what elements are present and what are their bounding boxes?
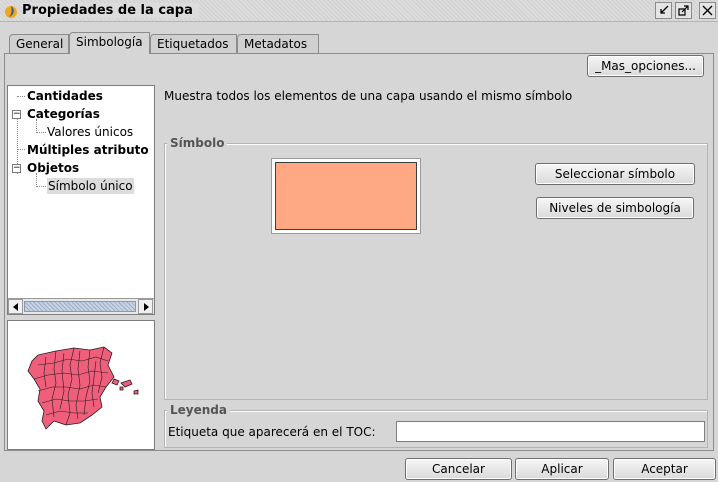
tree-item-cantidades[interactable]: Cantidades (27, 88, 103, 104)
gvsig-logo-icon (5, 6, 17, 18)
tab-etiquetados[interactable]: Etiquetados (150, 34, 237, 53)
more-options-button[interactable]: _Mas_opciones... (587, 55, 704, 77)
collapse-icon[interactable]: − (12, 164, 21, 173)
tree-item-multiples-atributos[interactable]: Múltiples atributo (27, 142, 149, 158)
tab-metadatos[interactable]: Metadatos (237, 34, 319, 53)
tab-simbologia[interactable]: Simbología (69, 32, 150, 54)
title-bar: Propiedades de la capa (0, 0, 718, 22)
tree-item-categorias[interactable]: Categorías (27, 106, 100, 122)
select-symbol-button[interactable]: Seleccionar símbolo (535, 163, 695, 185)
symbol-fill-swatch (275, 162, 417, 230)
maximize-icon (678, 5, 689, 16)
scrollbar-thumb[interactable] (24, 301, 136, 312)
cancel-button[interactable]: Cancelar (405, 458, 512, 480)
close-icon (702, 5, 713, 16)
scroll-right-button[interactable] (138, 299, 153, 314)
symbol-preview[interactable] (271, 158, 421, 234)
legend-group-legend: Leyenda (167, 403, 230, 417)
symbol-group-legend: Símbolo (167, 136, 228, 150)
arrow-left-icon (12, 302, 18, 311)
tree-item-valores-unicos[interactable]: Valores únicos (47, 124, 133, 140)
window-title: Propiedades de la capa (22, 3, 199, 18)
scroll-left-button[interactable] (8, 299, 23, 314)
collapse-icon[interactable]: − (12, 110, 21, 119)
tree-item-simbolo-unico[interactable]: Símbolo único (47, 178, 134, 194)
maximize-button[interactable] (675, 2, 692, 19)
legend-type-tree: Cantidades − Categorías Valores únicos M… (7, 85, 155, 315)
apply-button[interactable]: Aplicar (515, 458, 609, 480)
accept-button[interactable]: Aceptar (613, 458, 716, 480)
symbology-levels-button[interactable]: Niveles de simbología (536, 197, 694, 219)
tab-general[interactable]: General (9, 34, 69, 53)
minimize-button[interactable] (655, 2, 672, 19)
legend-type-preview (7, 320, 155, 450)
minimize-icon (660, 5, 669, 14)
tree-horizontal-scrollbar[interactable] (8, 298, 154, 314)
arrow-right-icon (143, 302, 149, 311)
tree-item-objetos[interactable]: Objetos (27, 160, 79, 176)
legend-type-description: Muestra todos los elementos de una capa … (164, 89, 573, 103)
close-button[interactable] (699, 2, 716, 19)
toc-label-input[interactable] (396, 421, 705, 442)
toc-label: Etiqueta que aparecerá en el TOC: (168, 425, 376, 439)
spain-map-thumbnail (27, 346, 139, 430)
